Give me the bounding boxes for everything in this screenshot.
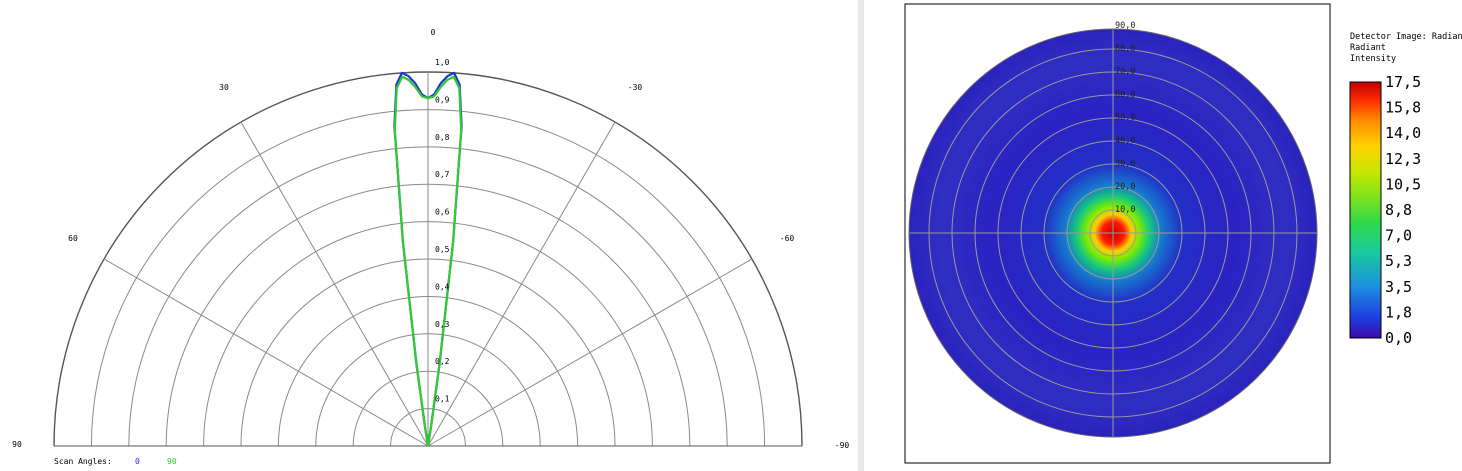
polar-grid-spoke xyxy=(103,258,429,447)
detector-radial-label: 60,0 xyxy=(1115,90,1135,100)
polar-angle-label: 30 xyxy=(219,83,229,92)
polar-grid-spoke xyxy=(427,121,616,447)
polar-plot-panel: 0 30 -30 60 -60 90 -90 1,0 0,9 0,8 0,7 0,6 0,5 0,4 0,3… xyxy=(0,0,858,471)
polar-radial-label: 0,1 xyxy=(435,395,450,404)
colorbar-tick-label: 1,8 xyxy=(1385,303,1412,321)
legend-entry: 0 xyxy=(135,457,140,466)
colorbar-tick-label: 14,0 xyxy=(1385,124,1421,142)
polar-grid-spoke xyxy=(240,121,429,447)
colorbar-tick-label: 12,3 xyxy=(1385,150,1421,168)
polar-angle-label: -30 xyxy=(628,83,643,92)
polar-radial-label: 0,8 xyxy=(435,133,450,142)
polar-labels: 0 30 -30 60 -60 90 -90 1,0 0,9 0,8 0,7 0,6 0,5 0,4 0,3… xyxy=(12,28,849,450)
polar-radial-label: 0,7 xyxy=(435,170,450,179)
polar-grid-spoke xyxy=(427,258,753,447)
polar-radial-label: 1,0 xyxy=(435,58,450,67)
legend: Scan Angles: 0 90 xyxy=(54,457,177,466)
colorbar-title-line2: Radiant xyxy=(1350,43,1386,53)
polar-radial-label: 0,5 xyxy=(435,245,450,254)
polar-radial-label: 0,4 xyxy=(435,282,450,291)
colorbar-tick-label: 15,8 xyxy=(1385,99,1421,117)
detector-radial-label: 80,0 xyxy=(1115,44,1135,54)
colorbar-tick-label: 17,5 xyxy=(1385,73,1421,91)
colorbar-tick-label: 10,5 xyxy=(1385,175,1421,193)
detector-radial-label: 90,0 xyxy=(1115,21,1135,31)
detector-radial-labels: 10,0 20,0 30,0 40,0 50,0 60,0 70,0 80,0 90,0 xyxy=(1115,21,1135,215)
polar-radial-label: 0,9 xyxy=(435,95,450,104)
colorbar-tick-label: 8,8 xyxy=(1385,201,1412,219)
detector-radial-label: 20,0 xyxy=(1115,182,1135,192)
colorbar-tick-label: 3,5 xyxy=(1385,278,1412,296)
detector-radial-label: 10,0 xyxy=(1115,205,1135,215)
polar-angle-label: -60 xyxy=(780,234,795,243)
legend-entry: 90 xyxy=(167,457,177,466)
detector-radial-label: 40,0 xyxy=(1115,136,1135,146)
colorbar-tick-label: 5,3 xyxy=(1385,252,1412,270)
colorbar-title-line3: Intensity xyxy=(1350,54,1396,64)
detector-radial-label: 30,0 xyxy=(1115,159,1135,169)
polar-angle-label: 0 xyxy=(431,28,436,37)
polar-angle-label: 90 xyxy=(12,440,22,449)
detector-radial-label: 70,0 xyxy=(1115,67,1135,77)
detector-radial-label: 50,0 xyxy=(1115,113,1135,123)
polar-angle-label: 60 xyxy=(68,234,78,243)
polar-radial-label: 0,3 xyxy=(435,320,450,329)
polar-plot: 0 30 -30 60 -60 90 -90 1,0 0,9 0,8 0,7 0,6 0,5 0,4 0,3… xyxy=(12,28,849,466)
colorbar-tick-label: 7,0 xyxy=(1385,227,1412,245)
colorbar-labels: 17,5 15,8 14,0 12,3 10,5 8,8 7,0 5,3 3,5 1,8 0,0 xyxy=(1385,73,1421,347)
detector-plot: 10,0 20,0 30,0 40,0 50,0 60,0 70,0 80,0 90,0 Det… xyxy=(904,3,1462,464)
detector-panel: 10,0 20,0 30,0 40,0 50,0 60,0 70,0 80,0 90,0 Det… xyxy=(864,0,1462,471)
polar-radial-label: 0,6 xyxy=(435,208,450,217)
colorbar xyxy=(1349,81,1382,339)
colorbar-tick-label: 0,0 xyxy=(1385,329,1412,347)
polar-grid xyxy=(53,71,803,447)
polar-angle-label: -90 xyxy=(835,441,850,450)
colorbar-title-line1: Detector Image: Radiant xyxy=(1350,32,1462,42)
polar-radial-label: 0,2 xyxy=(435,357,450,366)
legend-title: Scan Angles: xyxy=(54,457,112,466)
